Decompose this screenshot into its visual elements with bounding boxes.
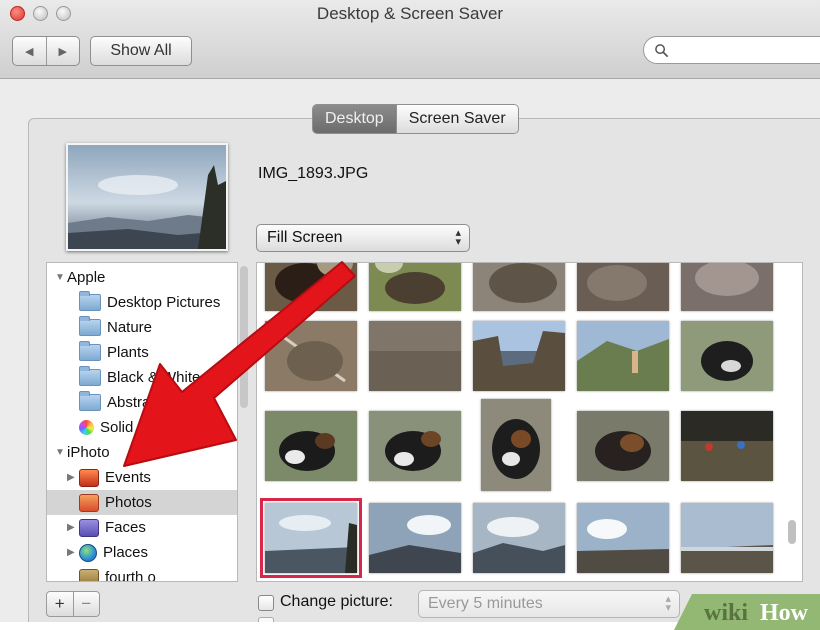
sidebar-item-desktop-pictures[interactable]: Desktop Pictures xyxy=(47,290,237,315)
photo-thumbnail[interactable] xyxy=(681,321,773,391)
folder-icon xyxy=(79,291,101,311)
disclosure-open-icon: ▼ xyxy=(55,447,65,458)
sidebar-item-solid-colors[interactable]: Solid Colors xyxy=(47,415,237,440)
remove-folder-button[interactable]: − xyxy=(72,592,100,616)
photo-thumbnail[interactable] xyxy=(265,263,357,311)
color-wheel-icon xyxy=(79,420,94,435)
photo-thumbnail[interactable] xyxy=(265,411,357,481)
photo-thumbnail[interactable] xyxy=(473,503,565,573)
photo-thumbnail[interactable] xyxy=(681,503,773,573)
photo-thumbnail[interactable] xyxy=(473,321,565,391)
event-album-icon xyxy=(79,568,99,581)
globe-icon xyxy=(79,543,97,562)
photo-grid xyxy=(256,262,803,582)
sidebar-item-photos[interactable]: Photos xyxy=(47,490,237,515)
random-order-checkbox[interactable] xyxy=(258,617,274,622)
sidebar-item-abstract[interactable]: Abstract xyxy=(47,390,237,415)
system-preferences-window: Desktop & Screen Saver ◀ ▶ Show All Desk… xyxy=(0,0,820,622)
add-remove-folder-control: + − xyxy=(46,591,100,617)
photo-thumbnail[interactable] xyxy=(473,263,565,311)
folder-icon xyxy=(79,366,101,386)
photo-thumbnail[interactable] xyxy=(577,263,669,311)
photo-thumbnail[interactable] xyxy=(577,503,669,573)
sidebar-item-nature[interactable]: Nature xyxy=(47,315,237,340)
folder-icon xyxy=(79,341,101,361)
folder-icon xyxy=(79,391,101,411)
fit-mode-popup[interactable]: Fill Screen ▴ ▾ xyxy=(256,224,470,252)
photo-thumbnail[interactable] xyxy=(577,411,669,481)
photo-thumbnail[interactable] xyxy=(369,411,461,481)
svg-text:wiki: wiki xyxy=(704,600,748,626)
sidebar-item-black-white[interactable]: Black & White xyxy=(47,365,237,390)
disclosure-closed-icon: ▶ xyxy=(67,547,75,558)
sidebar-section-apple[interactable]: ▼ Apple xyxy=(47,265,237,290)
sidebar-scrollbar[interactable] xyxy=(240,266,248,408)
change-interval-value: Every 5 minutes xyxy=(428,595,543,612)
photo-thumbnail[interactable] xyxy=(681,263,773,311)
disclosure-closed-icon: ▶ xyxy=(67,522,75,533)
forward-arrow-icon[interactable]: ▶ xyxy=(45,37,80,65)
events-icon xyxy=(79,468,99,487)
sidebar-item-places[interactable]: ▶ Places xyxy=(47,540,237,565)
back-arrow-icon[interactable]: ◀ xyxy=(13,37,46,65)
photo-thumbnail[interactable] xyxy=(577,321,669,391)
source-list: ▼ Apple Desktop Pictures Nature Plants Bl… xyxy=(46,262,238,582)
photo-thumbnail-selected[interactable] xyxy=(260,498,362,578)
disclosure-open-icon: ▼ xyxy=(55,272,65,283)
change-picture-checkbox[interactable] xyxy=(258,595,274,611)
sidebar-item-event-album[interactable]: fourth o xyxy=(47,565,237,581)
search-field[interactable] xyxy=(643,36,820,64)
photo-grid-scrollbar[interactable] xyxy=(788,520,796,544)
folder-icon xyxy=(79,316,101,336)
popup-arrows-icon: ▴ ▾ xyxy=(455,227,461,248)
show-all-button[interactable]: Show All xyxy=(90,36,192,66)
photo-thumbnail[interactable] xyxy=(369,503,461,573)
svg-text:How: How xyxy=(760,600,809,626)
popup-arrows-icon: ▴ ▾ xyxy=(665,593,671,614)
wikihow-logo: wiki How xyxy=(674,590,820,630)
sidebar-item-faces[interactable]: ▶ Faces xyxy=(47,515,237,540)
tab-bar: Desktop Screen Saver xyxy=(312,104,519,134)
search-icon xyxy=(655,43,668,57)
photos-icon xyxy=(79,493,99,512)
window-title: Desktop & Screen Saver xyxy=(316,4,504,23)
photo-thumbnail[interactable] xyxy=(369,321,461,391)
change-picture-label: Change picture: xyxy=(280,593,393,610)
sidebar-item-plants[interactable]: Plants xyxy=(47,340,237,365)
current-desktop-preview xyxy=(66,143,228,251)
photo-thumbnail[interactable] xyxy=(481,399,551,491)
photo-thumbnail[interactable] xyxy=(265,321,357,391)
faces-icon xyxy=(79,518,99,537)
tab-desktop[interactable]: Desktop xyxy=(313,105,396,133)
fit-mode-value: Fill Screen xyxy=(267,229,343,246)
tab-screen-saver[interactable]: Screen Saver xyxy=(395,105,518,133)
titlebar: Desktop & Screen Saver ◀ ▶ Show All xyxy=(0,0,820,79)
back-forward-control: ◀ ▶ xyxy=(12,36,80,66)
change-interval-popup[interactable]: Every 5 minutes ▴ ▾ xyxy=(418,590,680,618)
sidebar-item-events[interactable]: ▶ Events xyxy=(47,465,237,490)
current-picture-filename: IMG_1893.JPG xyxy=(258,165,369,182)
disclosure-closed-icon: ▶ xyxy=(67,472,75,483)
sidebar-section-iphoto[interactable]: ▼ iPhoto xyxy=(47,440,237,465)
photo-thumbnail[interactable] xyxy=(369,263,461,311)
add-folder-button[interactable]: + xyxy=(47,592,73,616)
photo-thumbnail[interactable] xyxy=(681,411,773,481)
